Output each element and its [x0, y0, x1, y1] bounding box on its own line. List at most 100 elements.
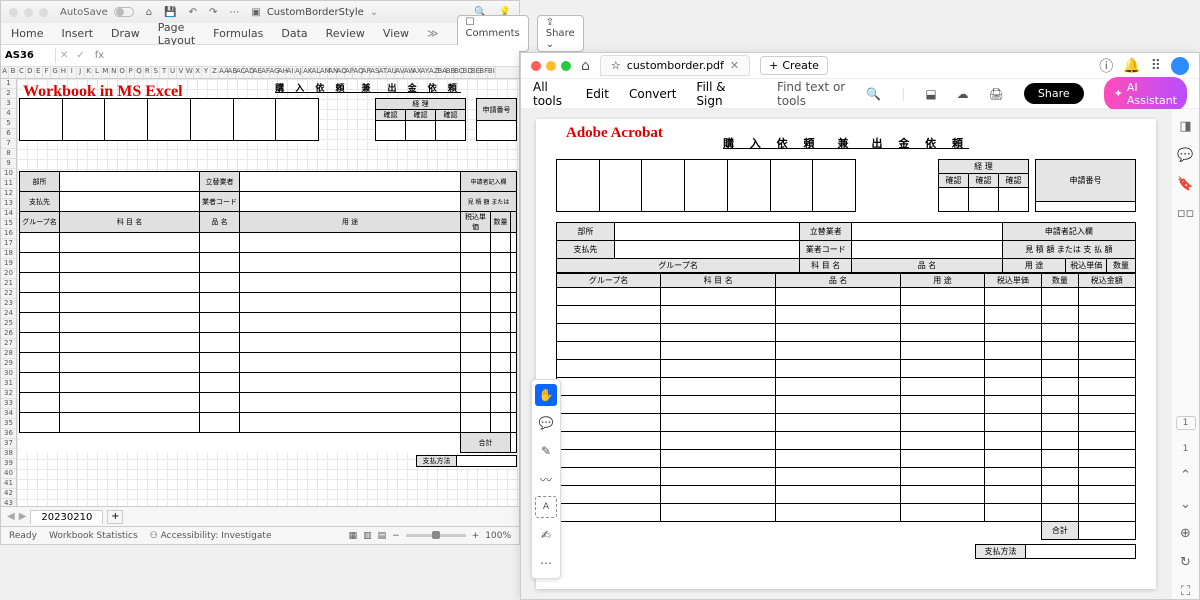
cloud-icon[interactable]: ☁ — [957, 87, 969, 101]
more-tools-icon[interactable]: ⋯ — [535, 552, 557, 574]
zoom-in-icon[interactable]: + — [472, 531, 480, 541]
bookmark-icon[interactable]: 🔖 — [1177, 177, 1193, 192]
add-sheet-button[interactable]: + — [107, 510, 123, 524]
right-rail: ◨ 💬 🔖 ▫▫ 1 1 ⌃ ⌄ ⊕ ↻ ⛶ — [1171, 109, 1199, 599]
ribbon-review[interactable]: Review — [326, 27, 365, 40]
bell-icon[interactable]: 🔔 — [1123, 58, 1140, 74]
share-button[interactable]: Share — [1024, 83, 1084, 104]
plus-icon: + — [769, 59, 778, 72]
status-accessibility[interactable]: ⚇ Accessibility: Investigate — [150, 531, 272, 541]
excel-grid[interactable]: ABCDEFGHIJKLMNOPQRSTUVWXYZAAABACADAEAFAG… — [1, 67, 519, 506]
highlight-tool-icon[interactable]: ✎ — [535, 440, 557, 462]
panel-icon[interactable]: ◨ — [1179, 119, 1191, 134]
chevron-up-icon[interactable]: ⌃ — [1180, 468, 1191, 483]
text-tool-icon[interactable]: A — [535, 496, 557, 518]
sign-tool-icon[interactable]: ✍ — [535, 524, 557, 546]
ribbon-view[interactable]: View — [383, 27, 409, 40]
avatar[interactable] — [1171, 57, 1189, 75]
apps-icon[interactable]: ⠿ — [1151, 58, 1161, 74]
sheet-canvas[interactable]: Workbook in MS Excel 購 入 依 頼 兼 出 金 依 頼 経… — [17, 79, 519, 506]
ribbon-data[interactable]: Data — [281, 27, 307, 40]
doc-icon: ▣ — [251, 7, 260, 18]
fit-icon[interactable]: ⛶ — [1181, 584, 1190, 599]
zoom-slider[interactable] — [406, 534, 466, 537]
more-icon[interactable]: ⋯ — [229, 7, 239, 18]
view-page-icon[interactable]: ▥ — [363, 531, 372, 541]
form-content-excel: 購 入 依 頼 兼 出 金 依 頼 経 理確認確認確認 申請番号 部所立替業者申… — [19, 81, 517, 467]
name-box[interactable]: AS36 — [1, 48, 56, 63]
formula-bar: AS36 ✕ ✓ fx — [1, 45, 519, 67]
draw-tool-icon[interactable]: 〰 — [535, 468, 557, 490]
sparkle-icon: ✦ — [1114, 87, 1123, 100]
create-button[interactable]: + Create — [760, 56, 828, 75]
rotate-icon[interactable]: ↻ — [1180, 555, 1191, 570]
search-icon[interactable]: 🔍 — [866, 87, 881, 101]
form-main-table: 部所立替業者申請者記入欄 支払先業者コード見 積 額 または 支 払 額 グルー… — [556, 222, 1136, 273]
close-tab-icon[interactable]: ✕ — [730, 59, 739, 72]
ribbon-page-layout[interactable]: Page Layout — [158, 21, 195, 47]
floating-toolbar: ✋ 💬 ✎ 〰 A ✍ ⋯ — [531, 379, 561, 579]
share-button[interactable]: ⇪ Share ⌄ — [537, 15, 584, 52]
window-zoom[interactable] — [39, 8, 48, 17]
find-label: Find text or tools — [777, 80, 846, 108]
acrobat-body: Adobe Acrobat 購 入 依 頼 兼 出 金 依 頼 経 理確認確認確… — [521, 109, 1199, 599]
acrobat-titlebar: ⌂ ☆ customborder.pdf ✕ + Create ⓘ 🔔 ⠿ — [521, 53, 1199, 79]
window-close[interactable] — [9, 8, 18, 17]
toolbar-edit[interactable]: Edit — [586, 87, 609, 101]
overlay-label-acrobat: Adobe Acrobat — [566, 125, 663, 142]
view-normal-icon[interactable]: ▦ — [349, 531, 358, 541]
row-headers[interactable]: 1234567891011121314151617181920212223242… — [1, 79, 17, 506]
redo-icon[interactable]: ↷ — [209, 7, 217, 18]
zoom-level[interactable]: 100% — [485, 531, 511, 541]
home-icon[interactable]: ⌂ — [146, 7, 152, 18]
window-close[interactable] — [531, 61, 541, 71]
autosave-toggle[interactable] — [114, 7, 134, 17]
save-icon[interactable]: ⬓ — [925, 87, 936, 101]
window-minimize[interactable] — [24, 8, 33, 17]
star-icon[interactable]: ☆ — [611, 59, 621, 72]
sheet-tab-active[interactable]: 20230210 — [30, 510, 103, 524]
tab-nav-prev-icon[interactable]: ▶ — [19, 511, 27, 522]
document-tab[interactable]: ☆ customborder.pdf ✕ — [600, 55, 750, 76]
view-break-icon[interactable]: ▤ — [378, 531, 387, 541]
autosave-label: AutoSave — [60, 7, 108, 18]
toolbar-fill-sign[interactable]: Fill & Sign — [696, 80, 737, 108]
tab-nav-first-icon[interactable]: ◀ — [7, 511, 15, 522]
fx-label[interactable]: fx — [89, 50, 110, 61]
pdf-page: Adobe Acrobat 購 入 依 頼 兼 出 金 依 頼 経 理確認確認確… — [536, 119, 1156, 589]
page-input[interactable]: 1 — [1176, 416, 1196, 430]
pages-icon[interactable]: ▫▫ — [1177, 206, 1195, 221]
ribbon-insert[interactable]: Insert — [61, 27, 93, 40]
enter-icon[interactable]: ✓ — [72, 50, 88, 61]
ribbon-draw[interactable]: Draw — [111, 27, 140, 40]
undo-icon[interactable]: ↶ — [189, 7, 197, 18]
excel-status-bar: Ready Workbook Statistics ⚇ Accessibilit… — [1, 526, 519, 544]
window-zoom[interactable] — [561, 61, 571, 71]
sheet-tabs: ◀ ▶ 20230210 + — [1, 506, 519, 526]
save-icon[interactable]: 💾 — [164, 7, 176, 18]
status-ready: Ready — [9, 531, 37, 541]
status-stats[interactable]: Workbook Statistics — [49, 531, 138, 541]
document-name[interactable]: CustomBorderStyle — [267, 7, 364, 18]
ai-assistant-button[interactable]: ✦AI Assistant — [1104, 77, 1187, 111]
toolbar-all-tools[interactable]: All tools — [533, 80, 566, 108]
chevron-down-icon[interactable]: ⌄ — [1180, 497, 1191, 512]
comment-tool-icon[interactable]: 💬 — [535, 412, 557, 434]
page-total: 1 — [1183, 444, 1189, 454]
ribbon-formulas[interactable]: Formulas — [213, 27, 263, 40]
window-minimize[interactable] — [546, 61, 556, 71]
home-icon[interactable]: ⌂ — [581, 58, 590, 74]
print-icon[interactable]: 🖨 — [989, 87, 1004, 101]
cancel-icon[interactable]: ✕ — [56, 50, 72, 61]
hand-tool-icon[interactable]: ✋ — [535, 384, 557, 406]
ribbon-home[interactable]: Home — [11, 27, 43, 40]
document-viewport[interactable]: Adobe Acrobat 購 入 依 頼 兼 出 金 依 頼 経 理確認確認確… — [521, 109, 1171, 599]
zoom-out-icon[interactable]: − — [392, 531, 400, 541]
help-icon[interactable]: ⓘ — [1099, 56, 1113, 76]
ribbon-more-icon[interactable]: ≫ — [427, 27, 439, 40]
chat-icon[interactable]: 💬 — [1177, 148, 1193, 163]
column-headers[interactable]: ABCDEFGHIJKLMNOPQRSTUVWXYZAAABACADAEAFAG… — [1, 67, 519, 79]
acrobat-window: ⌂ ☆ customborder.pdf ✕ + Create ⓘ 🔔 ⠿ Al… — [520, 52, 1200, 600]
zoom-icon[interactable]: ⊕ — [1180, 526, 1191, 541]
toolbar-convert[interactable]: Convert — [629, 87, 676, 101]
